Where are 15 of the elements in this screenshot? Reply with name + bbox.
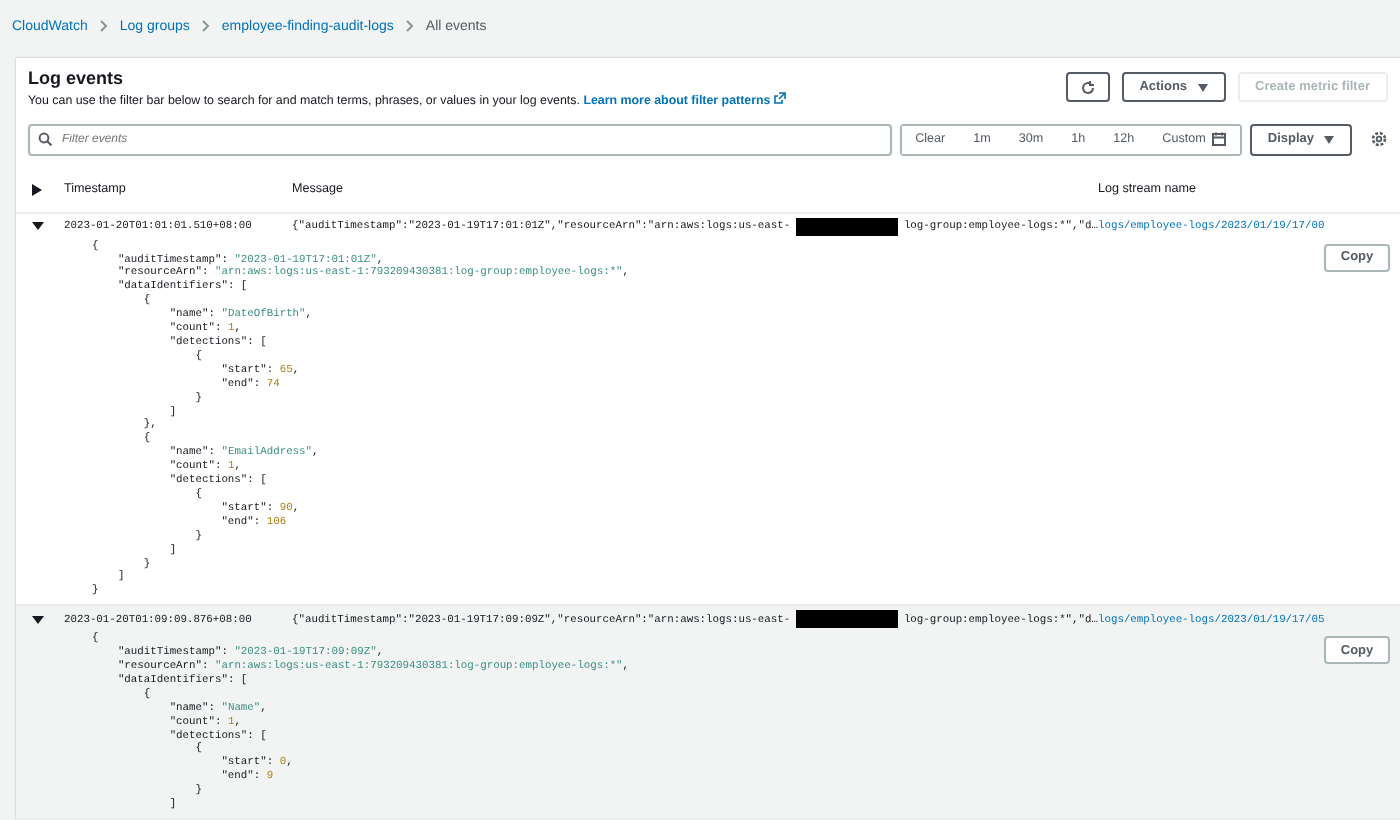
panel-title: Log events [28,67,126,88]
caret-icon[interactable] [32,220,44,233]
calendar-icon [1211,132,1226,147]
caret-icon [1324,135,1334,144]
caret-icon[interactable] [32,613,44,626]
refresh-button[interactable] [1065,72,1110,103]
chevron-icon [201,20,210,33]
chevron-icon [405,20,414,33]
expand-all-icon[interactable] [32,183,42,196]
settings-icon[interactable] [1370,130,1388,149]
search-icon [38,131,52,146]
caret-icon [1197,83,1208,92]
chevron-icon [99,20,108,33]
external-link-icon [773,91,786,104]
refresh-icon [1079,79,1096,96]
